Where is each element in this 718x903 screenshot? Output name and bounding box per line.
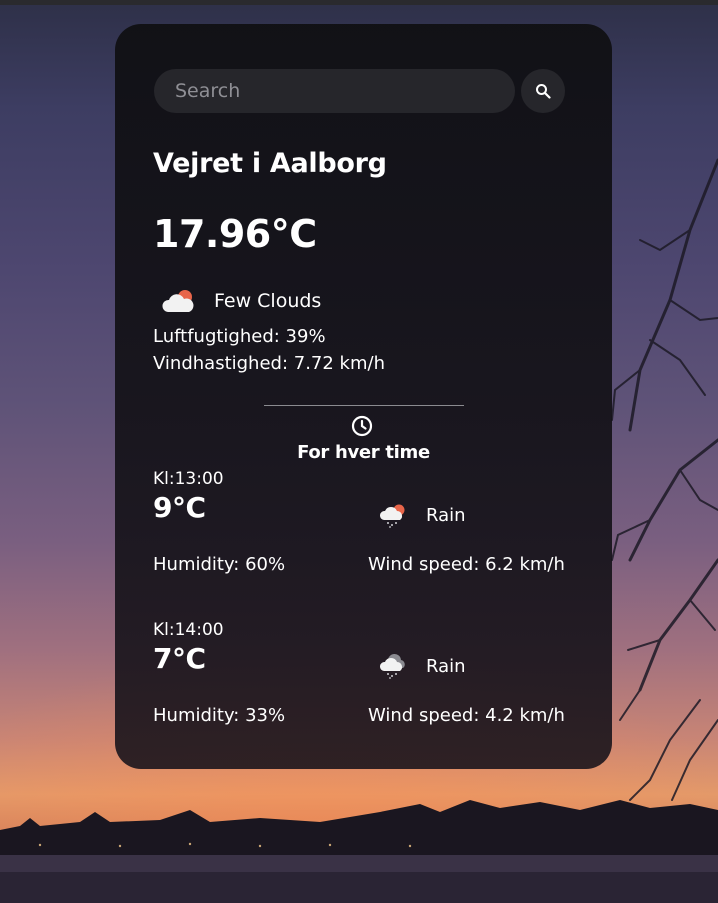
search-button[interactable] (521, 69, 565, 113)
hourly-wind-speed: Wind speed: 4.2 km/h (368, 705, 565, 726)
current-condition: Few Clouds (161, 286, 321, 316)
hourly-condition: Rain (426, 505, 466, 526)
hourly-condition: Rain (426, 656, 466, 677)
current-humidity: Luftfugtighed: 39% (153, 326, 326, 347)
hourly-humidity: Humidity: 60% (153, 554, 286, 575)
hourly-time: Kl:14:00 (153, 620, 224, 640)
search-input[interactable] (154, 69, 515, 113)
current-condition-text: Few Clouds (214, 290, 322, 312)
current-wind-speed: Vindhastighed: 7.72 km/h (153, 353, 385, 374)
hourly-humidity: Humidity: 33% (153, 705, 286, 726)
hourly-item: Kl:14:00 7°C Rain Humidity: 33% Wind spe… (153, 620, 573, 760)
current-temperature: 17.96°C (153, 212, 317, 256)
hourly-forecast-title: For hver time (297, 442, 430, 463)
search-icon (536, 84, 551, 99)
weather-card: Vejret i Aalborg 17.96°C Few Clouds Luft… (115, 24, 612, 769)
hourly-wind-speed: Wind speed: 6.2 km/h (368, 554, 565, 575)
rain-cloud-icon (379, 504, 405, 528)
few-clouds-icon (162, 290, 194, 312)
city-title: Vejret i Aalborg (153, 148, 387, 179)
hourly-temperature: 9°C (153, 491, 206, 524)
clock-icon (351, 415, 373, 437)
rain-cloud-icon (379, 653, 405, 679)
section-divider (264, 405, 464, 406)
hourly-time: Kl:13:00 (153, 469, 224, 489)
hourly-item: Kl:13:00 9°C Rain Humidity: 60% Wind spe… (153, 469, 573, 609)
search-bar (154, 69, 566, 113)
hourly-temperature: 7°C (153, 642, 206, 675)
